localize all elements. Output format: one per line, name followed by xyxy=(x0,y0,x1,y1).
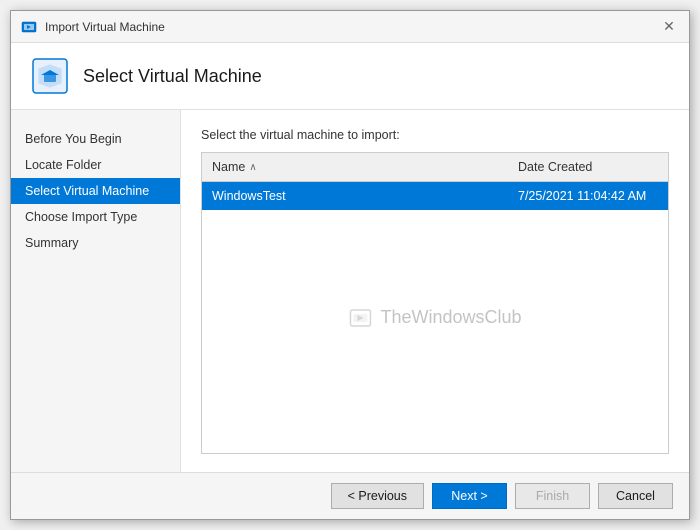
watermark: TheWindowsClub xyxy=(348,306,521,330)
previous-button[interactable]: < Previous xyxy=(331,483,424,509)
watermark-text: TheWindowsClub xyxy=(380,307,521,328)
header: Select Virtual Machine xyxy=(11,43,689,110)
title-bar-left: Import Virtual Machine xyxy=(21,19,165,35)
close-button[interactable]: ✕ xyxy=(659,17,679,37)
vm-table-body[interactable]: WindowsTest 7/25/2021 11:04:42 AM TheWin… xyxy=(202,182,668,453)
sort-arrow-icon: ∧ xyxy=(249,162,256,173)
title-bar: Import Virtual Machine ✕ xyxy=(11,11,689,43)
vm-table: Name ∧ Date Created WindowsTest 7/25/202… xyxy=(201,152,669,454)
sidebar: Before You Begin Locate Folder Select Vi… xyxy=(11,110,181,472)
main-content: Select the virtual machine to import: Na… xyxy=(181,110,689,472)
page-title: Select Virtual Machine xyxy=(83,66,262,87)
sidebar-item-summary[interactable]: Summary xyxy=(11,230,180,256)
cancel-button[interactable]: Cancel xyxy=(598,483,673,509)
col-header-name: Name ∧ xyxy=(202,157,508,177)
sidebar-item-locate-folder[interactable]: Locate Folder xyxy=(11,152,180,178)
col-header-date: Date Created xyxy=(508,157,668,177)
header-icon xyxy=(31,57,69,95)
sidebar-item-choose-import-type[interactable]: Choose Import Type xyxy=(11,204,180,230)
table-row[interactable]: WindowsTest 7/25/2021 11:04:42 AM xyxy=(202,182,668,210)
dialog-icon xyxy=(21,19,37,35)
next-button[interactable]: Next > xyxy=(432,483,507,509)
vm-row-name: WindowsTest xyxy=(202,186,508,206)
vm-row-date: 7/25/2021 11:04:42 AM xyxy=(508,186,668,206)
title-bar-text: Import Virtual Machine xyxy=(45,20,165,34)
sidebar-item-before-you-begin[interactable]: Before You Begin xyxy=(11,126,180,152)
finish-button: Finish xyxy=(515,483,590,509)
import-dialog: Import Virtual Machine ✕ Select Virtual … xyxy=(10,10,690,520)
body: Before You Begin Locate Folder Select Vi… xyxy=(11,110,689,472)
vm-table-header: Name ∧ Date Created xyxy=(202,153,668,182)
footer: < Previous Next > Finish Cancel xyxy=(11,472,689,519)
content-instruction: Select the virtual machine to import: xyxy=(201,128,669,142)
sidebar-item-select-vm[interactable]: Select Virtual Machine xyxy=(11,178,180,204)
